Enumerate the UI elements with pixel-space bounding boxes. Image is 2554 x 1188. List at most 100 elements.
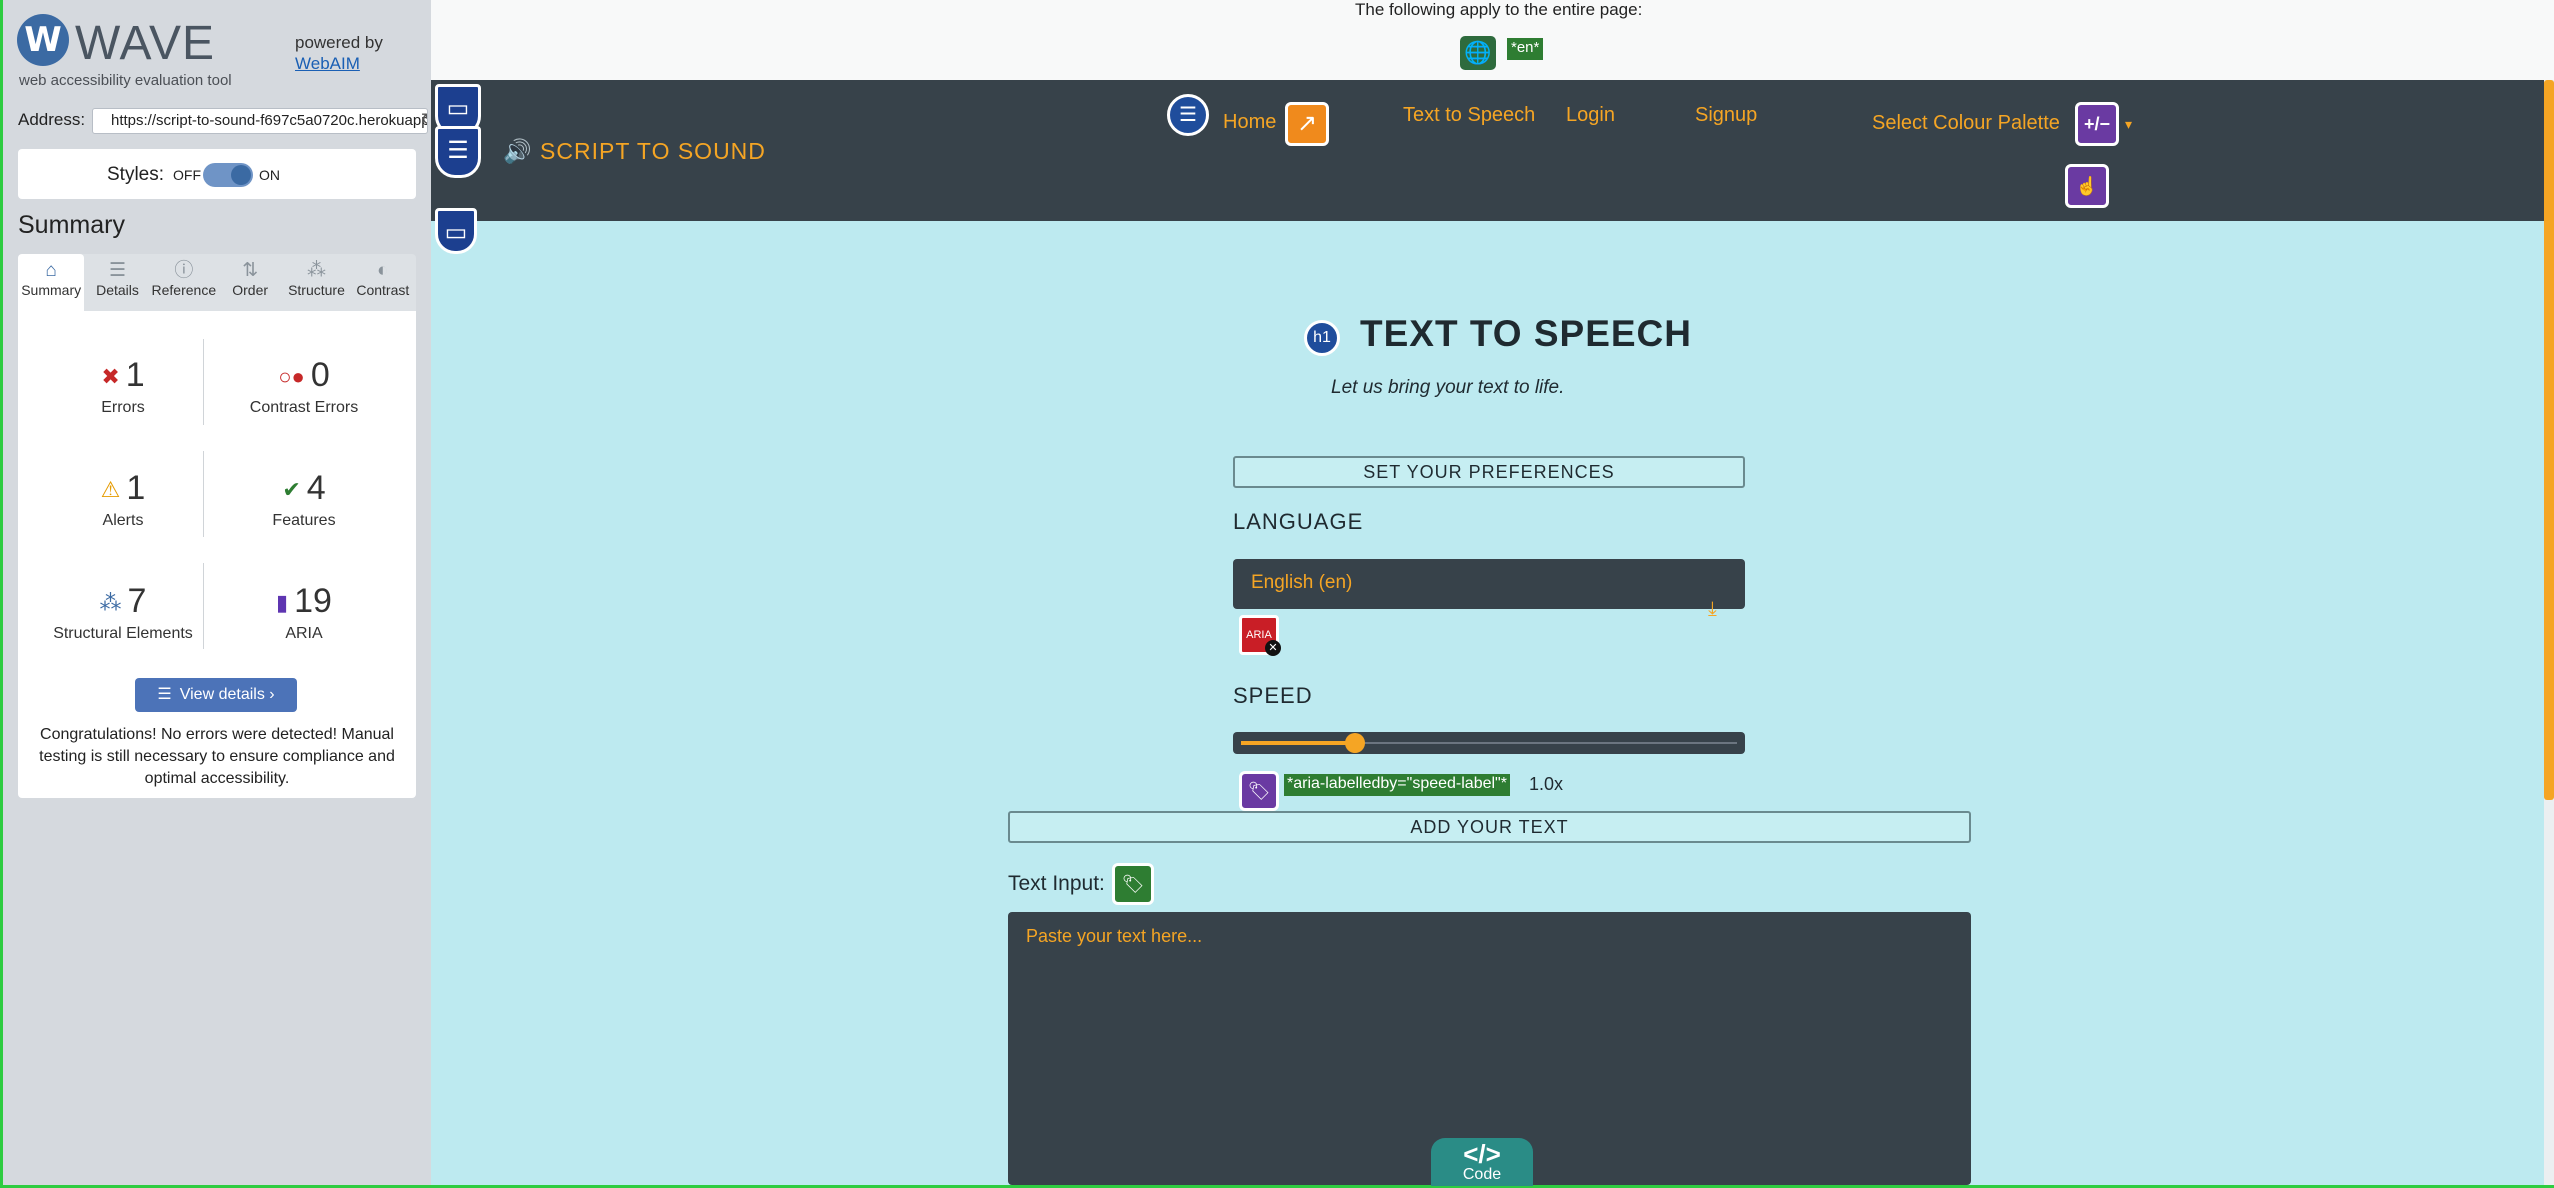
divider: [203, 563, 204, 649]
tab-order[interactable]: ⇅ Order: [217, 254, 283, 311]
tab-reference[interactable]: ⓘ Reference: [151, 254, 217, 311]
aria-menu-icon[interactable]: ☝: [2065, 164, 2109, 208]
address-label: Address:: [18, 110, 86, 129]
aria-label-icon[interactable]: 🏷: [1239, 771, 1279, 811]
alerts-label: Alerts: [102, 512, 144, 529]
features-stat[interactable]: ✔ 4 Features: [214, 469, 394, 530]
alerts-stat[interactable]: ⚠ 1 Alerts: [33, 469, 213, 530]
tab-label: Details: [96, 282, 139, 298]
view-details-label: View details ›: [179, 686, 275, 703]
structural-stat[interactable]: ⁂ 7 Structural Elements: [33, 582, 213, 643]
nav-home[interactable]: Home: [1223, 111, 1276, 134]
wave-logo-subtitle: web accessibility evaluation tool: [19, 72, 232, 89]
speed-label: SPEED: [1233, 683, 1313, 708]
wave-tabs: ⌂ Summary ☰ Details ⓘ Reference ⇅ Order ⁂ Str…: [18, 254, 416, 311]
styles-off-label: OFF: [173, 167, 201, 183]
tab-label: Contrast: [356, 282, 410, 298]
h1-icon[interactable]: h1: [1304, 320, 1340, 356]
tab-structure[interactable]: ⁂ Structure: [283, 254, 349, 311]
language-tag: *en*: [1507, 38, 1544, 60]
language-value: English (en): [1251, 572, 1353, 593]
contrast-icon: ◐: [377, 260, 389, 281]
language-label: LANGUAGE: [1233, 509, 1364, 534]
list-icon[interactable]: ☰: [1167, 94, 1209, 136]
features-count: 4: [306, 469, 326, 507]
home-icon: ⌂: [45, 260, 57, 281]
palette-label: Select Colour Palette: [1872, 112, 2060, 134]
language-select[interactable]: English (en): [1233, 559, 1745, 609]
nav-colour-palette[interactable]: Select Colour Palette: [1872, 112, 2060, 135]
speed-value: 1.0x: [1529, 774, 1564, 794]
styles-on-label: ON: [259, 167, 280, 183]
nav-login[interactable]: Login: [1566, 104, 1615, 127]
powered-by-text: powered by: [295, 33, 383, 52]
styles-toggle[interactable]: [203, 163, 253, 187]
info-icon: ⓘ: [174, 260, 194, 281]
navigation-landmark-icon[interactable]: ☰: [435, 126, 481, 178]
error-icon: ✖: [101, 364, 120, 390]
congrats-message: Congratulations! No errors were detected…: [39, 726, 395, 787]
errors-stat[interactable]: ✖ 1 Errors: [33, 356, 213, 417]
errors-count: 1: [125, 356, 145, 394]
page-language-bar: The following apply to the entire page: …: [431, 0, 2554, 80]
aria-expanded-icon[interactable]: +/−: [2075, 102, 2119, 146]
scrollbar-thumb[interactable]: [2544, 80, 2554, 800]
address-value: https://script-to-sound-f697c5a0720c.her…: [111, 112, 428, 129]
tab-label: Structure: [288, 282, 345, 298]
alert-icon: ⚠: [100, 477, 121, 503]
reload-icon[interactable]: ↻: [421, 110, 427, 130]
wave-logo-icon: W: [17, 14, 69, 66]
structure-icon: ⁂: [99, 590, 122, 616]
aria-count: 19: [294, 582, 332, 620]
structural-label: Structural Elements: [53, 625, 193, 642]
summary-title: Summary: [18, 211, 125, 239]
view-details-button[interactable]: ☰ View details ›: [135, 678, 297, 712]
wave-logo-text: WAVE: [75, 17, 216, 70]
feature-icon: ✔: [282, 477, 301, 503]
styles-label: Styles:: [107, 164, 165, 185]
slider-fill: [1241, 741, 1356, 745]
page-title: TEXT TO SPEECH: [1360, 313, 1692, 354]
download-icon[interactable]: ⤓: [1708, 598, 1717, 621]
structural-count: 7: [127, 582, 147, 620]
label-icon[interactable]: 🏷: [1112, 863, 1154, 905]
redundant-link-icon[interactable]: ↗: [1285, 102, 1329, 146]
tab-contrast[interactable]: ◐ Contrast: [350, 254, 416, 311]
wave-sidebar: W WAVE web accessibility evaluation tool…: [3, 0, 431, 1185]
divider: [203, 451, 204, 537]
add-your-text-button[interactable]: ADD YOUR TEXT: [1008, 811, 1971, 843]
webaim-link[interactable]: WebAIM: [295, 53, 383, 74]
styles-toggle-box: Styles: OFF ON: [18, 149, 416, 199]
chevron-down-icon[interactable]: ▾: [2125, 116, 2132, 133]
nav-text-to-speech[interactable]: Text to Speech: [1403, 104, 1535, 127]
contrast-errors-label: Contrast Errors: [249, 399, 359, 416]
slider-handle[interactable]: [1345, 733, 1366, 753]
order-icon: ⇅: [242, 260, 259, 281]
code-toggle-button[interactable]: </> Code: [1431, 1138, 1533, 1186]
page-tagline: Let us bring your text to life.: [1331, 377, 1565, 398]
address-input[interactable]: https://script-to-sound-f697c5a0720c.her…: [92, 108, 428, 134]
contrast-errors-count: 0: [310, 356, 330, 394]
file-audio-icon: 🔊: [503, 138, 541, 164]
aria-stat[interactable]: ▮ 19 ARIA: [214, 582, 394, 643]
address-row: Address: https://script-to-sound-f697c5a…: [18, 108, 428, 134]
tab-details[interactable]: ☰ Details: [84, 254, 150, 311]
list-icon: ☰: [108, 260, 127, 281]
nav-signup[interactable]: Signup: [1695, 104, 1757, 127]
text-input-label: Text Input:: [1008, 872, 1105, 895]
set-preferences-button[interactable]: SET YOUR PREFERENCES: [1233, 456, 1745, 488]
summary-panel: ✖ 1 Errors ○● 0 Contrast Errors ⚠ 1 Alerts …: [18, 311, 416, 798]
globe-icon[interactable]: 🌐: [1460, 36, 1496, 70]
site-brand[interactable]: 🔊 SCRIPT TO SOUND: [503, 138, 766, 165]
structure-icon: ⁂: [306, 260, 326, 281]
tab-summary[interactable]: ⌂ Summary: [18, 254, 85, 311]
powered-by: powered by WebAIM: [295, 32, 383, 74]
close-icon: ✕: [1265, 640, 1281, 656]
code-label: Code: [1462, 1166, 1502, 1183]
brand-text: SCRIPT TO SOUND: [540, 138, 766, 164]
contrast-errors-stat[interactable]: ○● 0 Contrast Errors: [214, 356, 394, 417]
divider: [203, 339, 204, 425]
code-icon: </>: [1463, 1139, 1501, 1169]
alerts-count: 1: [126, 469, 146, 507]
speed-slider[interactable]: [1233, 732, 1745, 754]
